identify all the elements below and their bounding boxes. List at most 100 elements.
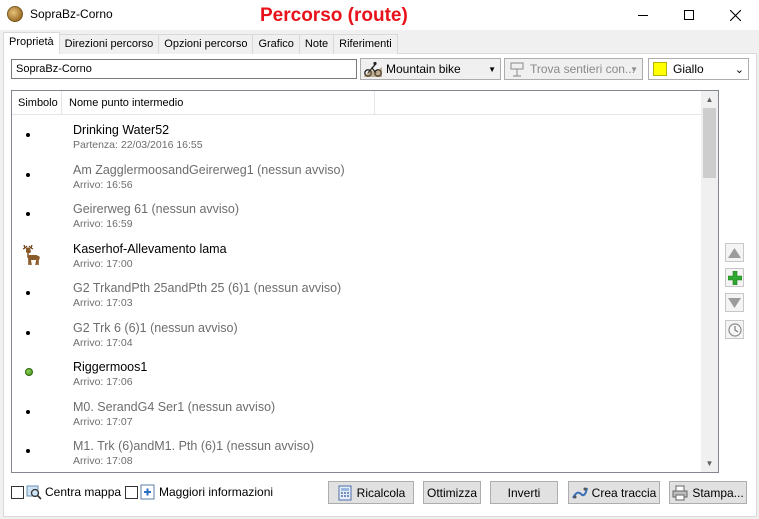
waypoint-dot-icon: [26, 291, 30, 295]
triangle-down-icon: [728, 297, 741, 308]
plus-icon: [727, 270, 742, 285]
waypoint-name: Riggermoos1: [73, 360, 148, 374]
color-value: Giallo: [673, 62, 704, 76]
tab-route-directions[interactable]: Direzioni percorso: [58, 34, 160, 54]
close-icon: [729, 9, 741, 21]
minimize-button[interactable]: [620, 0, 666, 30]
clock-icon: [727, 322, 742, 337]
title-bar: SopraBz-Corno Percorso (route): [0, 0, 759, 30]
chevron-down-icon: ▼: [630, 65, 638, 74]
create-track-label: Crea traccia: [591, 485, 657, 500]
move-up-button[interactable]: [725, 243, 744, 262]
move-down-button[interactable]: [725, 293, 744, 312]
minimize-icon: [638, 14, 648, 16]
center-map-label: Centra mappa: [45, 485, 122, 499]
find-trails-dropdown[interactable]: Trova sentieri con... ▼: [504, 58, 643, 80]
waypoint-time: Arrivo: 16:56: [73, 178, 133, 191]
list-item[interactable]: Riggermoos1 Arrivo: 17:06: [12, 353, 702, 393]
tab-properties[interactable]: Proprietà: [3, 32, 60, 54]
waypoint-dot-icon: [26, 133, 30, 137]
tab-chart[interactable]: Grafico: [252, 34, 300, 54]
deer-icon: [22, 244, 40, 265]
waypoint-time: Arrivo: 17:04: [73, 336, 133, 349]
list-item[interactable]: Am ZagglermoosandGeirerweg1 (nessun avvi…: [12, 156, 702, 196]
app-icon: [7, 6, 23, 22]
waypoint-name: G2 TrkandPth 25andPth 25 (6)1 (nessun av…: [73, 281, 342, 295]
tab-references[interactable]: Riferimenti: [333, 34, 398, 54]
list-header: Simbolo Nome punto intermedio: [12, 91, 702, 115]
waypoint-dot-icon: [26, 449, 30, 453]
more-info-label: Maggiori informazioni: [159, 485, 274, 499]
create-track-button[interactable]: Crea traccia: [568, 481, 660, 504]
printer-icon: [672, 485, 688, 500]
center-map-checkbox[interactable]: [11, 486, 24, 499]
close-button[interactable]: [712, 0, 758, 30]
triangle-up-icon: [728, 247, 741, 258]
route-caption: Percorso (route): [260, 5, 408, 26]
optimize-button[interactable]: Ottimizza: [423, 481, 481, 504]
find-trails-label: Trova sentieri con...: [530, 62, 635, 76]
maximize-icon: [684, 10, 694, 20]
calculator-icon: [338, 485, 352, 500]
waypoint-name: Drinking Water52: [73, 123, 170, 137]
waypoint-dot-icon: [26, 212, 30, 216]
print-label: Stampa...: [692, 485, 744, 500]
waypoint-name: Kaserhof-Allevamento lama: [73, 241, 227, 256]
column-header-name[interactable]: Nome punto intermedio: [63, 91, 375, 115]
waypoint-time: Partenza: 22/03/2016 16:55: [73, 139, 203, 151]
waypoint-list[interactable]: Simbolo Nome punto intermedio Drinking W…: [11, 90, 719, 473]
recalculate-label: Ricalcola: [356, 485, 406, 500]
reverse-label: Inverti: [507, 485, 541, 500]
list-scrollbar[interactable]: ▲ ▼: [701, 91, 718, 472]
list-item[interactable]: G2 Trk 6 (6)1 (nessun avviso) Arrivo: 17…: [12, 314, 702, 354]
waypoint-name: M1. Trk (6)andM1. Pth (6)1 (nessun avvis…: [73, 439, 315, 453]
time-settings-button[interactable]: [725, 320, 744, 339]
recalculate-button[interactable]: Ricalcola: [328, 481, 414, 504]
list-item[interactable]: Drinking Water52 Partenza: 22/03/2016 16…: [12, 116, 702, 156]
waypoint-name: Geirerweg 61 (nessun avviso): [73, 202, 240, 216]
info-plus-icon: [140, 484, 155, 500]
tab-strip: Proprietà Direzioni percorso Opzioni per…: [3, 32, 398, 54]
waypoint-name: Am ZagglermoosandGeirerweg1 (nessun avvi…: [73, 162, 345, 177]
list-item[interactable]: Geirerweg 61 (nessun avviso) Arrivo: 16:…: [12, 195, 702, 235]
green-waypoint-icon: [25, 368, 33, 376]
waypoint-time: Arrivo: 17:07: [73, 415, 133, 428]
waypoint-name: M0. SerandG4 Ser1 (nessun avviso): [73, 399, 276, 414]
tab-notes[interactable]: Note: [298, 34, 335, 54]
print-button[interactable]: Stampa...: [669, 481, 747, 504]
add-waypoint-button[interactable]: [725, 268, 744, 287]
column-header-symbol[interactable]: Simbolo: [12, 91, 62, 115]
waypoint-time: Arrivo: 17:08: [73, 455, 133, 467]
list-item[interactable]: M0. SerandG4 Ser1 (nessun avviso) Arrivo…: [12, 393, 702, 433]
list-item[interactable]: G2 TrkandPth 25andPth 25 (6)1 (nessun av…: [12, 274, 702, 314]
color-dropdown[interactable]: Giallo ⌄: [648, 58, 749, 80]
scroll-up-icon[interactable]: ▲: [701, 91, 718, 108]
list-item[interactable]: M1. Trk (6)andM1. Pth (6)1 (nessun avvis…: [12, 432, 702, 472]
waypoint-name: G2 Trk 6 (6)1 (nessun avviso): [73, 320, 238, 335]
mountain-bike-icon: [364, 61, 382, 77]
scroll-down-icon[interactable]: ▼: [701, 455, 718, 472]
chevron-down-icon: ▼: [488, 65, 496, 74]
list-item[interactable]: Kaserhof-Allevamento lama Arrivo: 17:00: [12, 235, 702, 275]
waypoint-time: Arrivo: 17:03: [73, 297, 133, 309]
waypoint-dot-icon: [26, 330, 30, 335]
window-title: SopraBz-Corno: [30, 7, 113, 21]
activity-dropdown[interactable]: Mountain bike ▼: [360, 58, 501, 80]
waypoint-time: Arrivo: 17:06: [73, 376, 133, 388]
waypoint-rows: Drinking Water52 Partenza: 22/03/2016 16…: [12, 116, 702, 472]
more-info-checkbox[interactable]: [125, 486, 138, 499]
waypoint-dot-icon: [26, 409, 30, 414]
color-swatch: [653, 62, 667, 76]
waypoint-dot-icon: [26, 172, 30, 177]
reverse-button[interactable]: Inverti: [490, 481, 558, 504]
activity-value: Mountain bike: [386, 62, 461, 76]
chevron-down-icon: ⌄: [734, 64, 744, 76]
maximize-button[interactable]: [666, 0, 712, 30]
optimize-label: Ottimizza: [426, 485, 477, 500]
route-name-input[interactable]: [11, 59, 357, 79]
tab-route-options[interactable]: Opzioni percorso: [158, 34, 254, 54]
map-magnifier-icon: [26, 485, 42, 500]
scrollbar-thumb[interactable]: [703, 108, 716, 178]
trail-sign-icon: [510, 62, 524, 77]
waypoint-time: Arrivo: 17:00: [73, 257, 133, 270]
